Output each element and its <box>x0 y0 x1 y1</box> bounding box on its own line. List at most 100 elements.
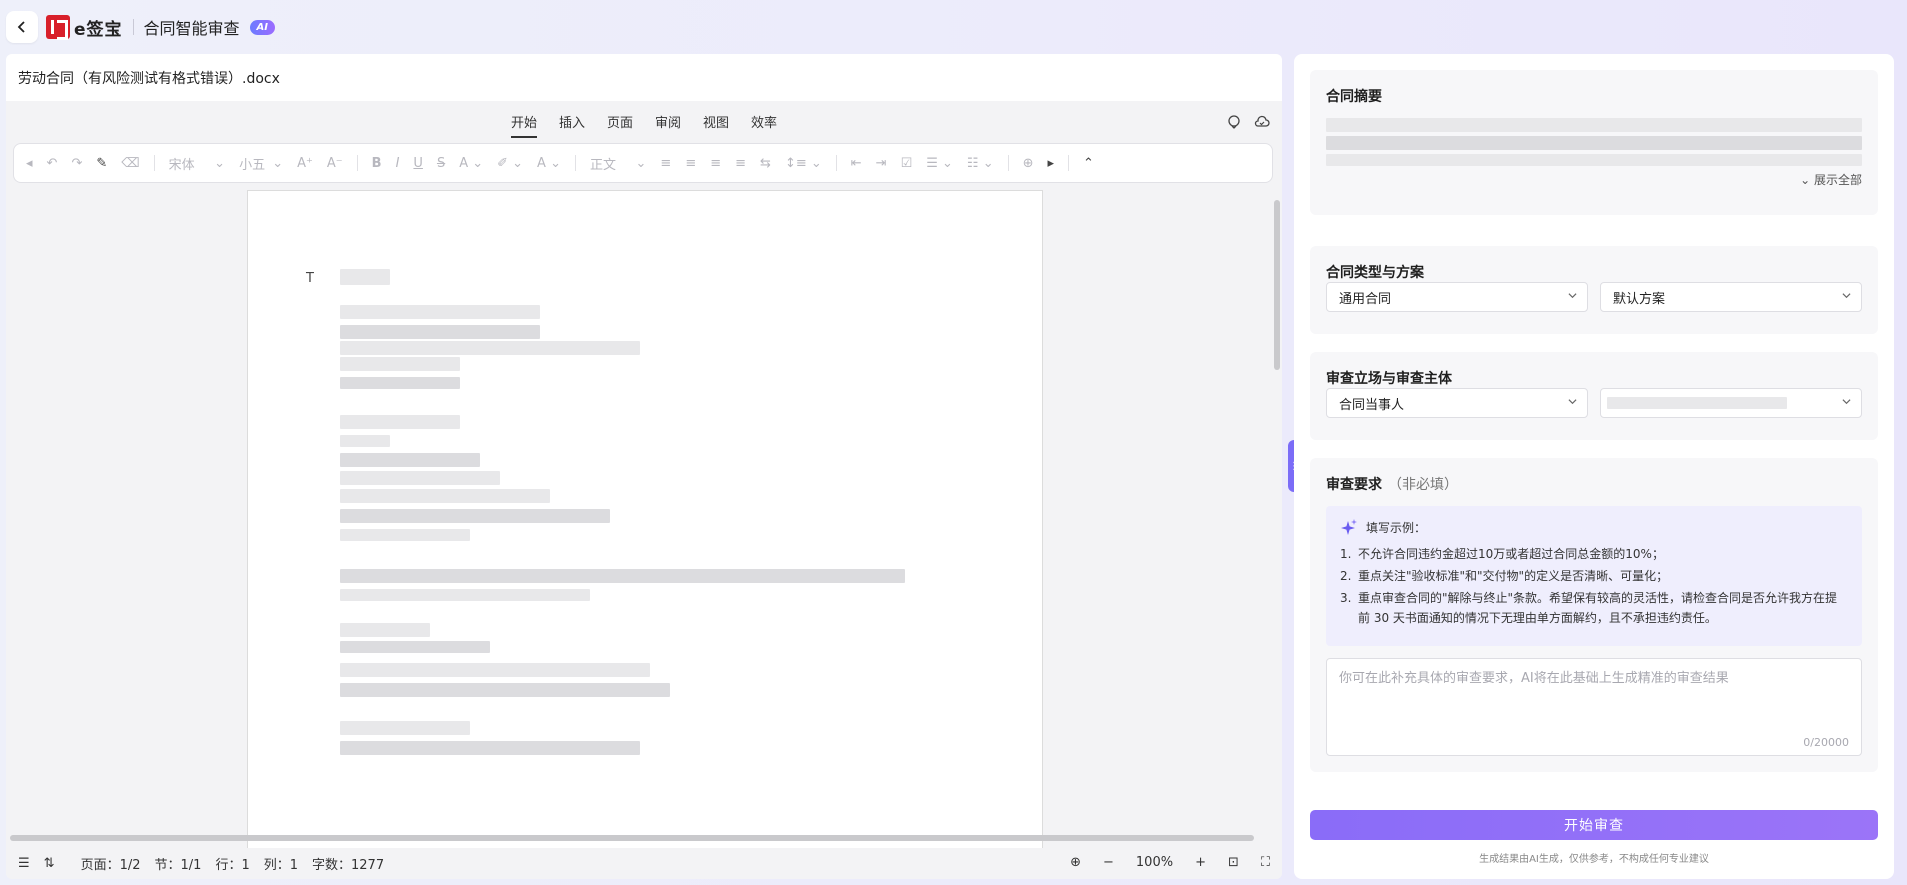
zoom-out-icon[interactable]: − <box>1103 855 1114 870</box>
blurred-text <box>340 325 540 339</box>
blurred-text <box>340 509 610 523</box>
review-panel: 合同摘要 ⌄ 展示全部 合同类型与方案 通用合同 默认方案 审查立场与审查主体 … <box>1294 54 1894 879</box>
document-page[interactable]: T <box>247 190 1043 850</box>
start-review-button[interactable]: 开始审查 <box>1310 810 1878 840</box>
subject-select[interactable] <box>1600 388 1862 418</box>
vertical-scrollbar[interactable] <box>1274 200 1280 370</box>
cloud-icon[interactable] <box>1254 114 1270 130</box>
distribute-icon[interactable]: ⇆ <box>760 156 771 171</box>
tab-start[interactable]: 开始 <box>510 112 537 138</box>
app-title: 合同智能审查 <box>143 19 240 38</box>
align-left-icon[interactable]: ≡ <box>660 156 671 171</box>
blurred-summary <box>1326 136 1862 150</box>
redo-icon[interactable]: ↷ <box>71 156 82 171</box>
brand-name: e签宝 <box>74 19 123 40</box>
chevron-down-icon <box>1568 399 1577 405</box>
type-plan-title: 合同类型与方案 <box>1326 265 1424 281</box>
blurred-text <box>340 453 480 467</box>
numbered-list-icon[interactable]: ☷ ⌄ <box>967 156 994 171</box>
font-color-icon[interactable]: A ⌄ <box>537 156 561 171</box>
blurred-text <box>340 623 430 637</box>
divider <box>574 155 576 171</box>
bullet-list-icon[interactable]: ☰ ⌄ <box>926 156 953 171</box>
fullscreen-icon[interactable]: ⛶ <box>1261 855 1270 870</box>
blurred-text <box>340 589 590 601</box>
blurred-text <box>340 489 550 503</box>
chevron-left-icon <box>17 21 25 33</box>
stance-select[interactable]: 合同当事人 <box>1326 388 1588 418</box>
summary-title: 合同摘要 <box>1326 89 1382 105</box>
back-button[interactable] <box>6 11 38 43</box>
outline-icon[interactable]: ☰ <box>18 856 30 871</box>
page-nav-icon[interactable]: ⇅ <box>44 856 55 871</box>
status-bar: ☰ ⇅ 页面：1/2 节：1/1 行：1 列：1 字数：1277 ⊕ − 100… <box>6 848 1282 879</box>
eraser-icon[interactable]: ⌫ <box>121 156 139 171</box>
fit-page-icon[interactable]: ⊡ <box>1228 855 1239 870</box>
blurred-subject <box>1607 397 1787 409</box>
zoom-in-icon[interactable]: + <box>1195 855 1206 870</box>
file-name-bar: 劳动合同（有风险测试有格式错误）.docx <box>6 54 1282 101</box>
font-family-select[interactable]: 宋体 ⌄ <box>169 154 225 173</box>
divider <box>1007 155 1009 171</box>
plan-select[interactable]: 默认方案 <box>1600 282 1862 312</box>
strikethrough-icon[interactable]: S <box>437 156 445 171</box>
format-toolbar: ◂ ↶ ↷ ✎ ⌫ 宋体 ⌄ 小五 ⌄ A⁺ A⁻ B I U S A ⌄ ✐ … <box>13 143 1273 183</box>
list-number: 3. <box>1340 591 1352 605</box>
divider <box>356 155 358 171</box>
format-painter-icon[interactable]: ✎ <box>96 156 107 171</box>
bold-icon[interactable]: B <box>372 156 382 171</box>
line-spacing-icon[interactable]: ↕≡ ⌄ <box>785 156 822 171</box>
indent-icon[interactable]: ⇥ <box>876 156 887 171</box>
add-icon[interactable]: ⊕ <box>1023 156 1034 171</box>
highlight-icon[interactable]: ✐ ⌄ <box>497 156 523 171</box>
blurred-text <box>340 663 650 677</box>
font-size-select[interactable]: 小五 ⌄ <box>239 154 283 173</box>
align-center-icon[interactable]: ≡ <box>685 156 696 171</box>
outdent-icon[interactable]: ⇤ <box>851 156 862 171</box>
blurred-text <box>340 529 470 541</box>
font-family-value: 宋体 <box>168 157 195 173</box>
text-effect-icon[interactable]: A ⌄ <box>459 156 483 171</box>
blurred-summary <box>1326 154 1862 166</box>
blurred-text <box>340 305 540 319</box>
tab-review[interactable]: 审阅 <box>655 112 681 138</box>
font-size-value: 小五 <box>239 157 266 173</box>
stance-card: 审查立场与审查主体 合同当事人 <box>1310 352 1878 440</box>
list-item: 1. 不允许合同违约金超过10万或者超过合同总金额的10%； <box>1340 544 1848 564</box>
type-plan-card: 合同类型与方案 通用合同 默认方案 <box>1310 246 1878 334</box>
align-right-icon[interactable]: ≡ <box>710 156 721 171</box>
show-all-link[interactable]: ⌄ 展示全部 <box>1800 171 1862 188</box>
example-text: 不允许合同违约金超过10万或者超过合同总金额的10%； <box>1358 547 1664 561</box>
horizontal-scrollbar[interactable] <box>10 835 1254 841</box>
more-arrow-icon[interactable]: ▸ <box>1048 156 1055 171</box>
checkbox-icon[interactable]: ☑ <box>901 156 913 171</box>
paragraph-style-value: 正文 <box>589 157 616 173</box>
tab-insert[interactable]: 插入 <box>559 112 585 138</box>
contract-type-select[interactable]: 通用合同 <box>1326 282 1588 312</box>
blurred-text <box>340 435 390 447</box>
status-word-count: 字数：1277 <box>312 858 385 873</box>
example-header: 填写示例： <box>1340 518 1848 536</box>
status-section: 节：1/1 <box>154 858 202 873</box>
blurred-text <box>340 471 500 485</box>
prev-icon[interactable]: ◂ <box>26 156 33 171</box>
underline-icon[interactable]: U <box>413 156 423 171</box>
font-grow-icon[interactable]: A⁺ <box>297 156 313 171</box>
undo-icon[interactable]: ↶ <box>47 156 58 171</box>
cloud-sync-icon[interactable] <box>1226 114 1242 130</box>
align-justify-icon[interactable]: ≡ <box>735 156 746 171</box>
requirements-input[interactable]: 你可在此补充具体的审查要求，AI将在此基础上生成精准的审查结果 0/20000 <box>1326 658 1862 756</box>
italic-icon[interactable]: I <box>396 156 400 171</box>
font-shrink-icon[interactable]: A⁻ <box>327 156 343 171</box>
globe-icon[interactable]: ⊕ <box>1070 855 1081 870</box>
divider <box>835 155 837 171</box>
tab-efficiency[interactable]: 效率 <box>751 112 777 138</box>
requirements-card: 审查要求 （非必填） 填写示例： 1. 不允许合同违约金超过10万或者超过合同总金额… <box>1310 458 1878 772</box>
collapse-toolbar-icon[interactable]: ⌃ <box>1083 156 1094 171</box>
tab-view[interactable]: 视图 <box>703 112 729 138</box>
tab-page[interactable]: 页面 <box>607 112 633 138</box>
paragraph-style-select[interactable]: 正文 ⌄ <box>590 154 646 173</box>
file-name: 劳动合同（有风险测试有格式错误）.docx <box>18 70 280 87</box>
zoom-level[interactable]: 100% <box>1136 855 1173 870</box>
blurred-text <box>340 341 640 355</box>
